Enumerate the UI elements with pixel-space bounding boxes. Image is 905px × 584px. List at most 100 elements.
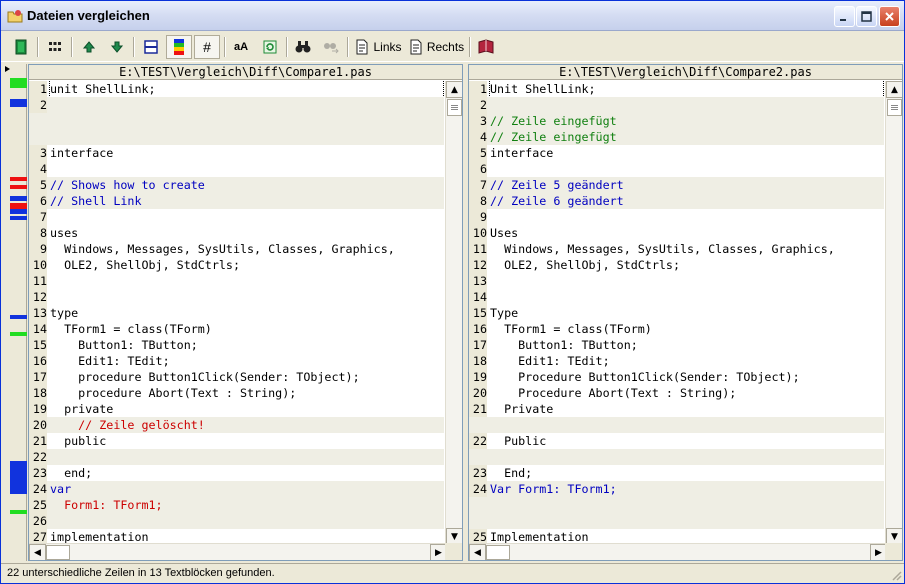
code-line[interactable]: 21 Private <box>469 401 884 417</box>
code-line[interactable]: 8// Zeile 6 geändert <box>469 193 884 209</box>
code-line[interactable]: 12 <box>29 289 444 305</box>
code-line[interactable]: 11 Windows, Messages, SysUtils, Classes,… <box>469 241 884 257</box>
code-line[interactable]: 24 Var Form1: TForm1; <box>469 481 884 497</box>
right-horizontal-scrollbar[interactable]: ◀ ▶ <box>469 543 887 560</box>
diff-marker-changed[interactable] <box>10 196 27 201</box>
code-line[interactable]: 15 Button1: TButton; <box>29 337 444 353</box>
code-line[interactable]: 13 type <box>29 305 444 321</box>
code-line[interactable]: 3// Zeile eingefügt <box>469 113 884 129</box>
diff-marker-inserted[interactable] <box>10 510 27 514</box>
right-file-pane[interactable]: E:\TEST\Vergleich\Diff\Compare2.pas 1 Uni… <box>468 64 903 561</box>
code-line[interactable]: 18 procedure Abort(Text : String); <box>29 385 444 401</box>
code-line[interactable]: 5// Shows how to create <box>29 177 444 193</box>
left-hscroll-thumb[interactable] <box>46 545 70 560</box>
scroll-up-arrow-icon[interactable]: ▲ <box>886 81 902 98</box>
maximize-button[interactable] <box>856 6 877 27</box>
code-line[interactable]: 20 Procedure Abort(Text : String); <box>469 385 884 401</box>
code-line[interactable]: 17 Button1: TButton; <box>469 337 884 353</box>
minimize-button[interactable] <box>834 6 855 27</box>
code-line[interactable] <box>29 129 444 145</box>
close-button[interactable] <box>879 6 900 27</box>
left-vertical-scrollbar[interactable]: ▲ ▼ <box>445 81 462 545</box>
diff-marker-changed[interactable] <box>10 461 27 494</box>
diff-overview-bar[interactable] <box>3 64 27 561</box>
left-code-view[interactable]: 1 unit ShellLink; 2 3 interface 4 5// Shows ho… <box>29 81 444 545</box>
code-line[interactable]: 16 Edit1: TEdit; <box>29 353 444 369</box>
code-line[interactable]: 17 procedure Button1Click(Sender: TObjec… <box>29 369 444 385</box>
code-line[interactable]: 1 unit ShellLink; <box>29 81 444 98</box>
code-line[interactable]: 9 Windows, Messages, SysUtils, Classes, … <box>29 241 444 257</box>
code-line[interactable] <box>469 417 884 433</box>
compare-grid-icon[interactable] <box>43 35 67 59</box>
split-view-icon[interactable] <box>139 35 163 59</box>
color-legend-icon[interactable] <box>166 35 192 59</box>
code-line[interactable]: 7 <box>29 209 444 225</box>
code-line[interactable]: 11 <box>29 273 444 289</box>
right-code-view[interactable]: 1 Unit ShellLink; 2 3// Zeile eingefügt 4// … <box>469 81 884 545</box>
code-line[interactable]: 15 Type <box>469 305 884 321</box>
title-bar[interactable]: Dateien vergleichen <box>1 1 904 31</box>
open-right-button[interactable]: Rechts <box>407 35 465 59</box>
next-diff-arrow-icon[interactable] <box>105 35 129 59</box>
scroll-left-arrow-icon[interactable]: ◀ <box>469 544 486 560</box>
diff-marker-changed[interactable] <box>10 315 27 319</box>
code-line[interactable]: 2 <box>469 97 884 113</box>
open-left-button[interactable]: Links <box>353 35 403 59</box>
code-line[interactable]: 21 public <box>29 433 444 449</box>
diff-marker-inserted[interactable] <box>10 332 27 336</box>
code-line[interactable]: 5 interface <box>469 145 884 161</box>
code-line[interactable]: 19 Procedure Button1Click(Sender: TObjec… <box>469 369 884 385</box>
diff-marker-deleted[interactable] <box>10 177 27 181</box>
code-line[interactable]: 6// Shell Link <box>29 193 444 209</box>
code-line[interactable]: 19 private <box>29 401 444 417</box>
code-line[interactable] <box>469 497 884 513</box>
previous-diff-arrow-icon[interactable] <box>77 35 101 59</box>
code-line[interactable]: 1 Unit ShellLink; <box>469 81 884 98</box>
code-line[interactable]: 23 end; <box>29 465 444 481</box>
code-line[interactable]: 4// Zeile eingefügt <box>469 129 884 145</box>
diff-marker-deleted[interactable] <box>10 185 27 189</box>
code-line[interactable]: 22 <box>29 449 444 465</box>
code-line[interactable]: 14 <box>469 289 884 305</box>
left-file-pane[interactable]: E:\TEST\Vergleich\Diff\Compare1.pas 1 uni… <box>28 64 463 561</box>
right-hscroll-thumb[interactable] <box>486 545 510 560</box>
diff-marker-changed[interactable] <box>10 216 27 220</box>
help-book-icon[interactable] <box>474 35 498 59</box>
right-vscroll-thumb[interactable] <box>887 99 902 116</box>
code-line[interactable]: 6 <box>469 161 884 177</box>
refresh-icon[interactable] <box>258 35 282 59</box>
code-line[interactable]: 3 interface <box>29 145 444 161</box>
scroll-left-arrow-icon[interactable]: ◀ <box>29 544 46 560</box>
code-line[interactable]: 2 <box>29 97 444 113</box>
code-line[interactable]: 7// Zeile 5 geändert <box>469 177 884 193</box>
code-line[interactable] <box>29 113 444 129</box>
diff-marker-changed[interactable] <box>10 99 27 107</box>
code-line[interactable] <box>469 449 884 465</box>
code-line[interactable]: 13 <box>469 273 884 289</box>
diff-marker-changed[interactable] <box>10 209 27 214</box>
left-vscroll-thumb[interactable] <box>447 99 462 116</box>
scroll-up-arrow-icon[interactable]: ▲ <box>446 81 462 98</box>
code-line[interactable]: 8 uses <box>29 225 444 241</box>
find-next-icon[interactable] <box>319 35 343 59</box>
code-line[interactable]: 16 TForm1 = class(TForm) <box>469 321 884 337</box>
code-line[interactable]: 25 Form1: TForm1; <box>29 497 444 513</box>
code-line[interactable]: 9 <box>469 209 884 225</box>
code-line[interactable]: 24 var <box>29 481 444 497</box>
code-line[interactable]: 4 <box>29 161 444 177</box>
diff-marker-inserted[interactable] <box>10 78 27 88</box>
right-vertical-scrollbar[interactable]: ▲ ▼ <box>885 81 902 545</box>
code-line[interactable]: 18 Edit1: TEdit; <box>469 353 884 369</box>
code-line[interactable]: 23 End; <box>469 465 884 481</box>
binoculars-icon[interactable] <box>291 35 315 59</box>
left-horizontal-scrollbar[interactable]: ◀ ▶ <box>29 543 447 560</box>
resize-grip-icon[interactable] <box>890 569 902 581</box>
code-line[interactable]: 10 Uses <box>469 225 884 241</box>
code-line[interactable]: 20 // Zeile gelöscht! <box>29 417 444 433</box>
code-line[interactable] <box>469 513 884 529</box>
code-line[interactable]: 22 Public <box>469 433 884 449</box>
code-line[interactable]: 26 <box>29 513 444 529</box>
line-numbers-button[interactable]: # <box>194 35 220 59</box>
case-sensitivity-button[interactable]: aA <box>229 35 253 59</box>
exit-door-icon[interactable] <box>9 35 33 59</box>
